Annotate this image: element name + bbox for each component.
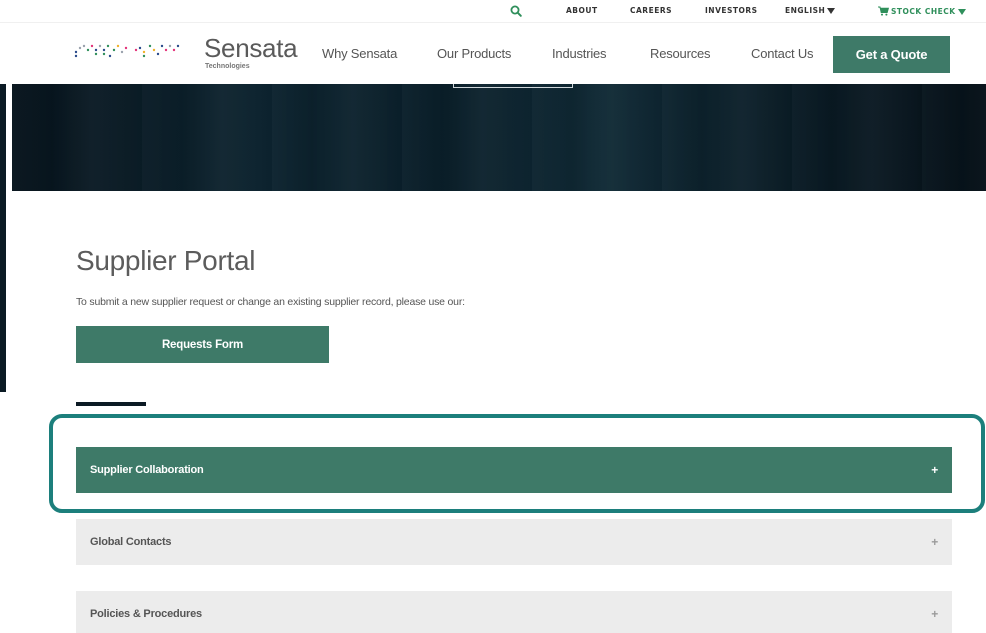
careers-link[interactable]: CAREERS [630,6,672,15]
requests-form-button[interactable]: Requests Form [76,326,329,363]
brand-name: Sensata [204,33,298,63]
language-label: ENGLISH [785,6,826,15]
investors-link[interactable]: INVESTORS [705,6,758,15]
expand-plus-icon[interactable]: + [931,607,938,621]
language-selector[interactable]: ENGLISH [785,6,836,15]
nav-resources[interactable]: Resources [650,46,711,61]
about-link[interactable]: ABOUT [566,6,598,15]
hero-banner [12,84,986,191]
nav-contact-us[interactable]: Contact Us [751,46,814,61]
stock-check-label: STOCK CHECK [891,7,956,16]
logo-dots-icon [74,44,180,58]
accordion-policies-procedures[interactable]: Policies & Procedures + [76,591,952,633]
nav-industries[interactable]: Industries [552,46,607,61]
highlight-outline [49,414,985,513]
hero-frame-line [453,84,573,88]
stock-check-link[interactable]: STOCK CHECK [878,6,966,16]
left-edge-bar [0,84,6,392]
main-navigation: Sensata Technologies Why Sensata Our Pro… [0,22,986,84]
intro-text: To submit a new supplier request or chan… [76,296,465,308]
accordion-label: Global Contacts [90,536,172,548]
search-icon[interactable] [509,4,523,18]
sensata-logo[interactable]: Sensata Technologies [74,31,298,73]
expand-plus-icon[interactable]: + [931,535,938,549]
nav-our-products[interactable]: Our Products [437,46,511,61]
utility-bar: ABOUT CAREERS INVESTORS ENGLISH STOCK CH… [0,0,986,22]
page-title: Supplier Portal [76,245,256,276]
chevron-down-icon [827,8,836,14]
get-a-quote-button[interactable]: Get a Quote [833,36,950,73]
accordion-global-contacts[interactable]: Global Contacts + [76,519,952,565]
section-divider [76,402,146,406]
cart-icon [878,6,889,16]
accordion-label: Policies & Procedures [90,608,202,620]
nav-why-sensata[interactable]: Why Sensata [322,46,397,61]
chevron-down-icon [957,9,966,15]
brand-subtitle: Technologies [205,63,250,70]
